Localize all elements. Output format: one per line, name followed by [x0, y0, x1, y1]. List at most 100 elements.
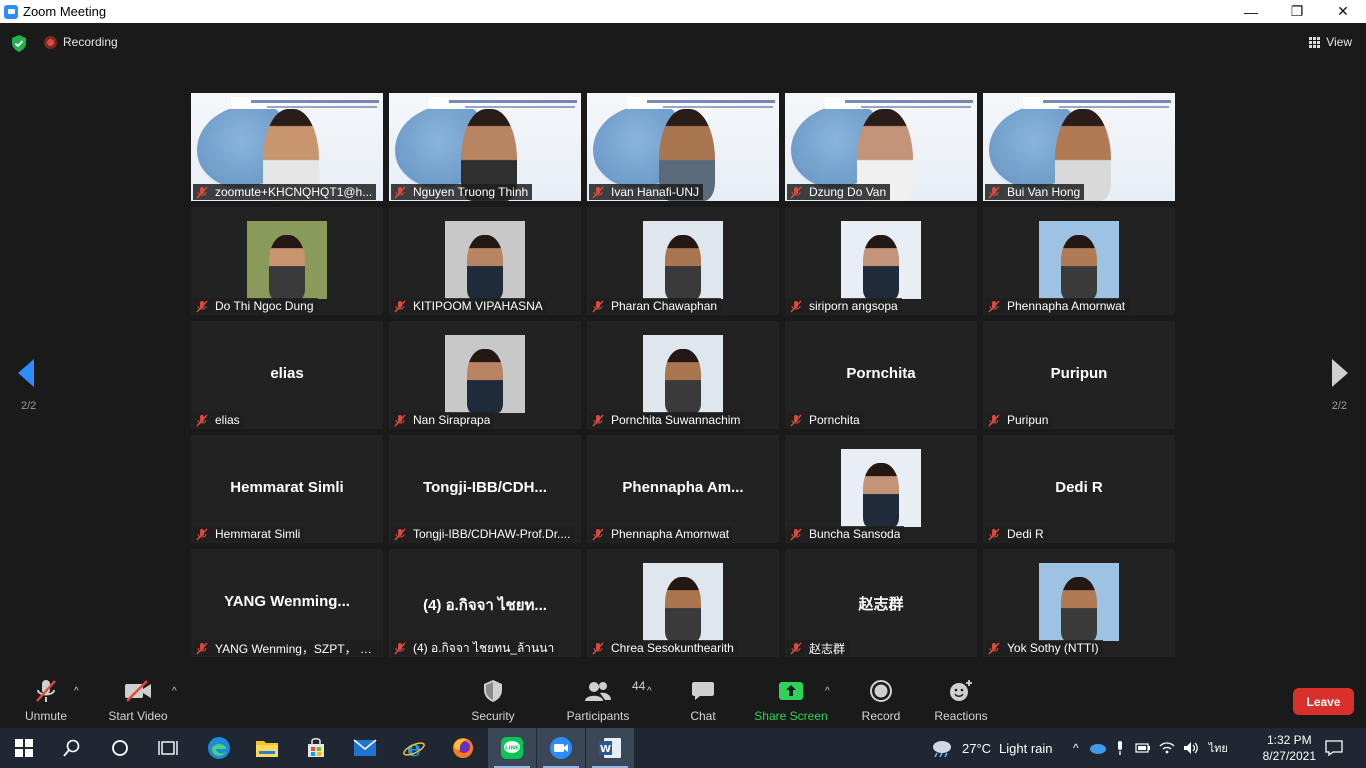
participants-count: 44: [632, 679, 646, 693]
meeting-banner-graphic: [465, 106, 575, 108]
participant-name-label: Nan Siraprapa: [391, 412, 495, 428]
participant-tile[interactable]: Pharan Chawaphan: [587, 207, 779, 315]
participant-tile[interactable]: KITIPOOM VIPAHASNA: [389, 207, 581, 315]
weather-widget[interactable]: 27°C Light rain: [930, 728, 1053, 768]
participant-name: Buncha Sansoda: [809, 527, 901, 541]
maximize-button[interactable]: ❐: [1274, 0, 1320, 23]
profile-photo-figure: [863, 235, 899, 299]
participant-tile[interactable]: Buncha Sansoda: [785, 435, 977, 543]
participant-tile[interactable]: Dedi R Dedi R: [983, 435, 1175, 543]
participant-name: Nan Siraprapa: [413, 413, 491, 427]
participant-tile[interactable]: (4) อ.กิจจา ไชยท... (4) อ.กิจจา ไชยทน_ล้า…: [389, 549, 581, 657]
participant-name-label: Bui Van Hong: [985, 184, 1085, 200]
microphone-tray-icon[interactable]: [1115, 740, 1125, 756]
reactions-button[interactable]: Reactions: [932, 676, 990, 728]
unmute-button[interactable]: Unmute: [22, 676, 70, 728]
task-view-icon: [158, 741, 178, 755]
participant-tile[interactable]: Phennapha Am... Phennapha Amornwat: [587, 435, 779, 543]
participant-tile[interactable]: elias elias: [191, 321, 383, 429]
participant-name-label: (4) อ.กิจจา ไชยทน_ล้านนา: [391, 640, 559, 656]
participant-name-label: YANG Wenming，SZPT， Ch...: [193, 640, 381, 656]
taskbar-edge[interactable]: [195, 728, 243, 768]
participant-tile[interactable]: Tongji-IBB/CDH... Tongji-IBB/CDHAW-Prof.D…: [389, 435, 581, 543]
audio-options-caret-icon[interactable]: ^: [74, 686, 79, 697]
participant-tile[interactable]: YANG Wenming... YANG Wenming，SZPT， Ch...: [191, 549, 383, 657]
start-button[interactable]: [0, 728, 48, 768]
store-bag-icon: [308, 738, 324, 757]
chat-label: Chat: [690, 709, 716, 723]
start-video-button[interactable]: Start Video: [106, 676, 170, 728]
previous-page-arrow-icon[interactable]: [16, 358, 36, 388]
close-button[interactable]: ✕: [1320, 0, 1366, 23]
participant-display-name: elias: [270, 365, 304, 382]
participant-name-label: Tongji-IBB/CDHAW-Prof.Dr....: [391, 526, 575, 542]
share-screen-button[interactable]: Share Screen: [754, 676, 828, 728]
search-icon: [63, 739, 80, 757]
wifi-icon[interactable]: [1159, 741, 1175, 755]
onedrive-cloud-icon[interactable]: [1089, 742, 1107, 754]
participant-display-name: Phennapha Am...: [622, 479, 744, 496]
taskbar-file-explorer[interactable]: [243, 728, 291, 768]
line-app-icon: LINE: [501, 737, 523, 759]
record-button[interactable]: Record: [858, 676, 904, 728]
muted-mic-icon: [790, 642, 802, 654]
internet-explorer-icon: e: [403, 736, 425, 760]
participant-name: Nguyen Truong Thinh: [413, 185, 529, 199]
participant-tile[interactable]: Nan Siraprapa: [389, 321, 581, 429]
participant-tile[interactable]: Pornchita Pornchita: [785, 321, 977, 429]
view-button[interactable]: View: [1309, 35, 1352, 49]
task-view-button[interactable]: [144, 728, 192, 768]
clock-time: 1:32 PM: [1266, 733, 1312, 747]
recording-indicator[interactable]: Recording: [44, 35, 118, 49]
participant-tile[interactable]: Bui Van Hong: [983, 93, 1175, 201]
taskbar-internet-explorer[interactable]: e: [390, 728, 438, 768]
participant-tile[interactable]: Hemmarat Simli Hemmarat Simli: [191, 435, 383, 543]
meeting-banner-graphic: [845, 100, 973, 103]
participant-name-label: Phennapha Amornwat: [985, 298, 1130, 314]
participant-tile[interactable]: zoomute+KHCNQHQT1@h...: [191, 93, 383, 201]
chat-button[interactable]: Chat: [682, 676, 724, 728]
participant-tile[interactable]: Ivan Hanafi-UNJ: [587, 93, 779, 201]
profile-photo-figure: [665, 235, 701, 299]
participant-tile[interactable]: Do Thi Ngoc Dung: [191, 207, 383, 315]
leave-button[interactable]: Leave: [1293, 688, 1354, 715]
participant-tile[interactable]: Chrea Sesokunthearith: [587, 549, 779, 657]
participants-button[interactable]: 44 Participants: [566, 676, 646, 728]
cortana-button[interactable]: [96, 728, 144, 768]
participant-tile[interactable]: Pornchita Suwannachim: [587, 321, 779, 429]
next-page-arrow-icon[interactable]: [1330, 358, 1350, 388]
participants-options-caret-icon[interactable]: ^: [647, 686, 652, 697]
participant-tile[interactable]: Nguyen Truong Thinh: [389, 93, 581, 201]
participant-name: Chrea Sesokunthearith: [611, 641, 734, 655]
participant-tile[interactable]: Yok Sothy (NTTI): [983, 549, 1175, 657]
search-button[interactable]: [48, 728, 96, 768]
video-options-caret-icon[interactable]: ^: [172, 686, 177, 697]
svg-text:LINE: LINE: [505, 746, 519, 752]
battery-icon[interactable]: [1135, 742, 1151, 754]
taskbar-mail[interactable]: [341, 728, 389, 768]
taskbar-zoom[interactable]: [537, 728, 585, 768]
participant-tile[interactable]: Dzung Do Van: [785, 93, 977, 201]
participant-tile[interactable]: siriporn angsopa: [785, 207, 977, 315]
input-language[interactable]: ไทย: [1209, 739, 1228, 757]
taskbar-word[interactable]: W: [586, 728, 634, 768]
encryption-shield-icon[interactable]: [11, 35, 27, 52]
show-hidden-icons-chevron-icon[interactable]: ^: [1073, 741, 1079, 755]
participant-name-label: Nguyen Truong Thinh: [391, 184, 533, 200]
security-button[interactable]: Security: [468, 676, 518, 728]
share-options-caret-icon[interactable]: ^: [825, 686, 830, 697]
clock-date: 8/27/2021: [1262, 749, 1316, 763]
taskbar-firefox[interactable]: [439, 728, 487, 768]
taskbar-clock[interactable]: 1:32 PM 8/27/2021: [1263, 732, 1316, 764]
profile-photo-figure: [467, 349, 503, 413]
participant-tile[interactable]: Puripun Puripun: [983, 321, 1175, 429]
participant-name-label: elias: [193, 412, 244, 428]
volume-icon[interactable]: [1183, 741, 1199, 755]
participant-tile[interactable]: Phennapha Amornwat: [983, 207, 1175, 315]
participant-tile[interactable]: 赵志群 赵志群: [785, 549, 977, 657]
taskbar-line[interactable]: LINE: [488, 728, 536, 768]
mail-envelope-icon: [353, 739, 377, 756]
action-center-button[interactable]: [1310, 728, 1358, 768]
minimize-button[interactable]: —: [1228, 0, 1274, 23]
taskbar-store[interactable]: [292, 728, 340, 768]
